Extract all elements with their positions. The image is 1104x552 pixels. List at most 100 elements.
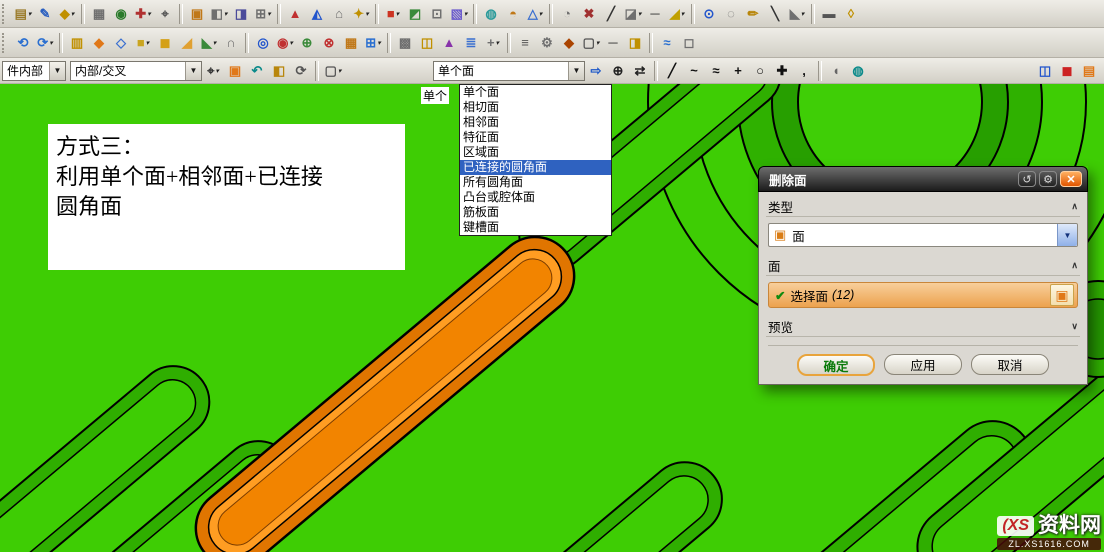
section-type-header[interactable]: 类型 ∧ (766, 196, 1080, 217)
toolbar-icon[interactable]: ◓ (503, 4, 523, 24)
dropdown-option-selected[interactable]: 已连接的圆角面 (460, 160, 611, 175)
collapse-up-icon[interactable]: ∧ (1071, 201, 1078, 212)
toolbar-icon[interactable]: ⊗ (319, 33, 339, 53)
snap-tool-icon[interactable]: ⌖ ▾ (203, 61, 223, 81)
toolbar-icon[interactable]: ■ ▾ (383, 4, 403, 24)
dialog-reset-button[interactable]: ↺ (1018, 171, 1036, 187)
apply-button[interactable]: 应用 (884, 354, 962, 375)
dropdown-arrow-icon[interactable]: ▾ (638, 10, 642, 18)
toolbar-icon[interactable]: ◇ (111, 33, 131, 53)
toolbar-icon[interactable]: ∩ (221, 33, 241, 53)
toolbar-icon[interactable]: ◆ (559, 33, 579, 53)
selection-tool-icon[interactable]: , (794, 61, 814, 81)
dropdown-arrow-icon[interactable]: ▾ (213, 39, 217, 47)
interior-scope-combo[interactable]: 内部/交叉 ▼ (70, 60, 202, 81)
selection-tool-icon[interactable]: ⇄ (630, 61, 650, 81)
toolbar-icon[interactable]: ▲ (285, 4, 305, 24)
dropdown-arrow-icon[interactable]: ▾ (146, 39, 150, 47)
window-tool-icon[interactable]: ▤ (1079, 61, 1099, 81)
toolbar-icon[interactable]: ≡ (515, 33, 535, 53)
dropdown-arrow-icon[interactable]: ▾ (596, 39, 600, 47)
toolbar-icon[interactable]: ─ (603, 33, 623, 53)
toolbar-icon[interactable]: ◆ (89, 33, 109, 53)
toolbar-icon[interactable]: ⊞ ▾ (363, 33, 383, 53)
toolbar-icon[interactable]: ◊ (841, 4, 861, 24)
selection-tool-icon[interactable]: ✚ (772, 61, 792, 81)
selection-tool-icon[interactable]: ○ (750, 61, 770, 81)
section-face-header[interactable]: 面 ∧ (766, 255, 1080, 276)
dropdown-arrow-icon[interactable]: ▾ (147, 10, 151, 18)
dropdown-arrow-icon[interactable]: ▾ (464, 10, 468, 18)
dropdown-arrow-icon[interactable]: ▾ (338, 67, 342, 75)
dropdown-arrow-icon[interactable]: ▾ (377, 39, 381, 47)
selection-tool-icon[interactable]: ~ (684, 61, 704, 81)
combo-arrow-icon[interactable]: ▼ (568, 61, 584, 80)
toolbar-icon[interactable]: ▦ (341, 33, 361, 53)
toolbar-icon[interactable]: ◣ ▾ (199, 33, 219, 53)
section-preview-header[interactable]: 预览 ∨ (766, 316, 1080, 337)
dropdown-arrow-icon[interactable]: ▾ (289, 39, 293, 47)
collapse-up-icon[interactable]: ∧ (1071, 260, 1078, 271)
part-scope-combo[interactable]: 件内部 ▼ (2, 60, 66, 81)
dropdown-arrow-icon[interactable]: ▾ (224, 10, 228, 18)
toolbar-icon[interactable]: ≈ (657, 33, 677, 53)
dropdown-arrow-icon[interactable]: ▾ (396, 10, 400, 18)
toolbar-icon[interactable]: ⊡ (427, 4, 447, 24)
toolbar-icon[interactable]: ◻ (679, 33, 699, 53)
toolbar-icon[interactable]: ⊙ (699, 4, 719, 24)
toolbar-icon[interactable]: ◫ (417, 33, 437, 53)
dropdown-arrow-icon[interactable]: ▾ (215, 67, 219, 75)
dropdown-option[interactable]: 键槽面 (460, 220, 611, 235)
toolbar-icon[interactable]: ✎ (35, 4, 55, 24)
toolbar-icon[interactable]: ≣ (461, 33, 481, 53)
toolbar-icon[interactable]: ◢ ▾ (667, 4, 687, 24)
snap-tool-icon[interactable]: ↶ (247, 61, 267, 81)
dropdown-option[interactable]: 相切面 (460, 100, 611, 115)
snap-tool-icon[interactable]: ⟳ (291, 61, 311, 81)
toolbar-icon[interactable]: ▤ ▾ (13, 4, 33, 24)
dropdown-option[interactable]: 凸台或腔体面 (460, 190, 611, 205)
toolbar-icon[interactable]: ◼ (155, 33, 175, 53)
toolbar-icon[interactable]: ⟲ (13, 33, 33, 53)
toolbar-icon[interactable]: ▣ (187, 4, 207, 24)
toolbar-icon[interactable]: ▧ ▾ (449, 4, 469, 24)
selection-tool-icon[interactable]: ⊕ (608, 61, 628, 81)
toolbar-icon[interactable]: ✖ (579, 4, 599, 24)
dropdown-arrow-icon[interactable]: ▾ (267, 10, 271, 18)
window-tool-icon[interactable]: ◼ (1057, 61, 1077, 81)
combo-arrow-icon[interactable]: ▼ (49, 61, 65, 80)
toolbar-icon[interactable]: ◢ (177, 33, 197, 53)
toolbar-icon[interactable]: ▬ (819, 4, 839, 24)
dropdown-option[interactable]: 相邻面 (460, 115, 611, 130)
toolbar-icon[interactable]: ▢ ▾ (581, 33, 601, 53)
selection-tool-icon[interactable]: ≈ (706, 61, 726, 81)
toolbar-icon[interactable]: ◭ (307, 4, 327, 24)
selection-tool-icon[interactable]: ⇨ (586, 61, 606, 81)
toolbar-icon[interactable]: ◧ ▾ (209, 4, 229, 24)
toolbar-icon[interactable]: ▥ (67, 33, 87, 53)
toolbar-icon[interactable]: ✚ ▾ (133, 4, 153, 24)
toolbar-icon[interactable]: ◎ (253, 33, 273, 53)
dropdown-option[interactable]: 区域面 (460, 145, 611, 160)
toolbar-icon[interactable]: ◔ (557, 4, 577, 24)
selection-tool-icon[interactable]: + (728, 61, 748, 81)
collapse-down-icon[interactable]: ∨ (1071, 321, 1078, 332)
toolbar-icon[interactable]: ◨ (625, 33, 645, 53)
type-combo[interactable]: ▣ 面 ▼ (768, 223, 1078, 247)
dropdown-option[interactable]: 所有圆角面 (460, 175, 611, 190)
dialog-settings-button[interactable]: ⚙ (1039, 171, 1057, 187)
toolbar-icon[interactable]: ▲ (439, 33, 459, 53)
toolbar-icon[interactable]: △ ▾ (525, 4, 545, 24)
selection-tool-icon[interactable]: ◍ (848, 61, 868, 81)
dialog-close-button[interactable]: ✕ (1060, 171, 1082, 187)
toolbar-icon[interactable]: ◉ ▾ (275, 33, 295, 53)
ok-button[interactable]: 确定 (797, 354, 875, 376)
selection-tool-icon[interactable]: ◖ (826, 61, 846, 81)
dialog-titlebar[interactable]: 删除面 ↺ ⚙ ✕ (758, 166, 1088, 192)
dropdown-option[interactable]: 特征面 (460, 130, 611, 145)
snap-tool-icon[interactable]: ▣ (225, 61, 245, 81)
toolbar-icon[interactable]: ╲ (765, 4, 785, 24)
toolbar-icon[interactable]: ✦ ▾ (351, 4, 371, 24)
toolbar-icon[interactable]: ╱ (601, 4, 621, 24)
toolbar-icon[interactable]: ◉ (111, 4, 131, 24)
